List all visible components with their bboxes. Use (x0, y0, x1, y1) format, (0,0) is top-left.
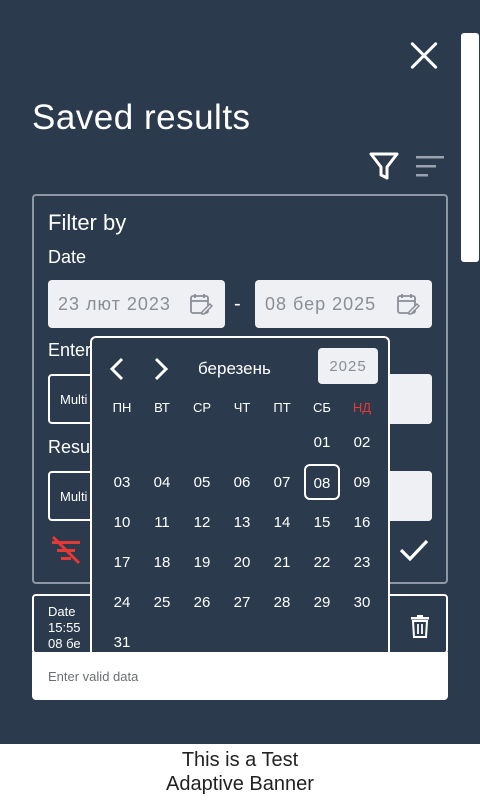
calendar-day[interactable]: 04 (142, 474, 182, 491)
entry-multiselect-label: Multi (60, 392, 88, 407)
calendar-day[interactable]: 15 (302, 514, 342, 531)
calendar-day[interactable]: 18 (142, 554, 182, 571)
calendar-day[interactable]: 14 (262, 514, 302, 531)
calendar-day[interactable]: 31 (102, 634, 142, 651)
weekday-label: НД (352, 400, 372, 415)
calendar-day[interactable]: 01 (302, 434, 342, 451)
scrollbar[interactable] (461, 33, 479, 262)
date-range-separator: - (234, 293, 241, 315)
calendar-day[interactable]: 24 (102, 594, 142, 611)
date-to-input[interactable]: 08 бер 2025 (255, 280, 432, 328)
date-to-value: 08 бер 2025 (265, 294, 377, 314)
calendar-year-selector[interactable]: 2025 (318, 348, 378, 384)
filter-title: Filter by (48, 210, 127, 235)
date-from-value: 23 лют 2023 (58, 294, 171, 314)
result-date: 08 бе (48, 636, 81, 651)
result-label: Resu (48, 437, 91, 457)
page-title: Saved results (32, 98, 251, 137)
calendar-day[interactable]: 28 (262, 594, 302, 611)
calendar-day[interactable]: 27 (222, 594, 262, 611)
calendar-day[interactable]: 29 (302, 594, 342, 611)
calendar-day[interactable]: 26 (182, 594, 222, 611)
ad-banner-line-1: This is a Test (181, 749, 299, 771)
ad-banner-line-2: Adaptive Banner (166, 773, 314, 795)
calendar-day[interactable]: 11 (142, 514, 182, 531)
trash-icon[interactable] (408, 614, 432, 638)
calendar-day[interactable]: 02 (342, 434, 382, 451)
calendar-day[interactable]: 03 (102, 474, 142, 491)
calendar-month: березень (198, 359, 271, 378)
calendar-day[interactable]: 10 (102, 514, 142, 531)
weekday-label: ПН (112, 400, 132, 415)
weekday-label: СБ (313, 400, 331, 415)
weekday-label: ПТ (273, 400, 291, 415)
calendar-day[interactable]: 07 (262, 474, 302, 491)
calendar-day[interactable]: 12 (182, 514, 222, 531)
date-picker-popup: березень 2025 ПН ВТ СР ЧТ ПТ СБ НД 01 02 03 04 05 06… (90, 336, 390, 652)
calendar-edit-icon[interactable] (396, 292, 420, 316)
close-icon[interactable] (404, 36, 444, 76)
calendar-day[interactable]: 19 (182, 554, 222, 571)
chevron-left-icon[interactable] (106, 356, 128, 382)
weekday-label: ЧТ (233, 400, 251, 415)
weekday-label: СР (192, 400, 212, 415)
filter-icon[interactable] (368, 150, 400, 182)
result-date-label: Date (48, 604, 76, 619)
calendar-day[interactable]: 17 (102, 554, 142, 571)
calendar-day[interactable]: 05 (182, 474, 222, 491)
check-icon[interactable] (398, 536, 430, 564)
validation-toast: Enter valid data (32, 652, 448, 700)
result-multiselect-label: Multi (60, 489, 88, 504)
chevron-right-icon[interactable] (150, 356, 172, 382)
calendar-day[interactable]: 21 (262, 554, 302, 571)
calendar-day[interactable]: 13 (222, 514, 262, 531)
sort-icon[interactable] (414, 152, 446, 182)
entry-label: Enter (48, 340, 92, 360)
calendar-day[interactable]: 25 (142, 594, 182, 611)
calendar-day[interactable]: 06 (222, 474, 262, 491)
weekday-label: ВТ (154, 400, 170, 415)
calendar-day[interactable]: 16 (342, 514, 382, 531)
ad-banner[interactable]: This is a Test Adaptive Banner (0, 744, 480, 800)
calendar-day-selected[interactable]: 08 (304, 464, 340, 500)
date-from-input[interactable]: 23 лют 2023 (48, 280, 225, 328)
result-time: 15:55 (48, 620, 81, 635)
clear-filter-icon[interactable] (50, 535, 82, 565)
calendar-day[interactable]: 09 (342, 474, 382, 491)
calendar-day[interactable]: 22 (302, 554, 342, 571)
calendar-edit-icon[interactable] (189, 292, 213, 316)
calendar-day[interactable]: 20 (222, 554, 262, 571)
calendar-day[interactable]: 30 (342, 594, 382, 611)
calendar-day[interactable]: 23 (342, 554, 382, 571)
date-label: Date (48, 247, 87, 267)
